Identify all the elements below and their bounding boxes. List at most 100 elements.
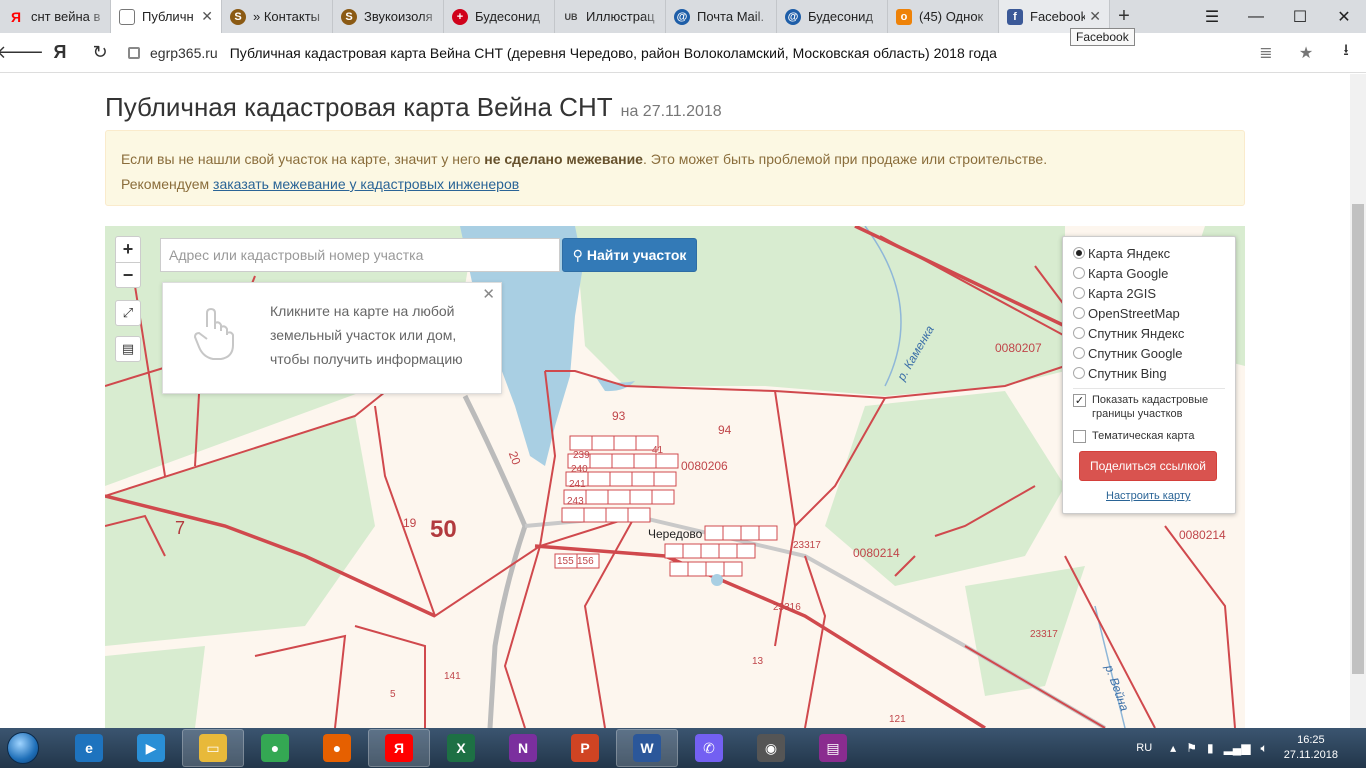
- mail-icon: @: [785, 8, 801, 25]
- taskbar-app-button[interactable]: P: [554, 729, 616, 767]
- taskbar-app-button[interactable]: X: [430, 729, 492, 767]
- tray-arrow-icon[interactable]: ▴: [1170, 741, 1176, 755]
- configure-map-link[interactable]: Настроить карту: [1106, 490, 1235, 502]
- tab-6[interactable]: @ Почта Mail.: [666, 0, 777, 33]
- maximize-button[interactable]: ☐: [1278, 0, 1322, 33]
- yandex-home-button[interactable]: Я: [40, 33, 80, 73]
- tab-3[interactable]: S Звукоизоля: [333, 0, 444, 33]
- close-window-button[interactable]: ✕: [1322, 0, 1366, 33]
- radio-icon[interactable]: [1073, 347, 1085, 359]
- radio-icon[interactable]: [1073, 287, 1085, 299]
- browser-tab-strip: Яснт вейна в Публичн ✕ S» Контакты S Звуко…: [0, 0, 1366, 33]
- clock[interactable]: 16:25 27.11.2018: [1284, 733, 1338, 763]
- thematic-map-option[interactable]: Тематическая карта: [1073, 429, 1235, 443]
- tab-0[interactable]: Яснт вейна в: [0, 0, 111, 33]
- radio-icon[interactable]: [1073, 367, 1085, 379]
- parcel-label: 41: [652, 445, 664, 456]
- address-search-input[interactable]: [160, 238, 560, 272]
- mail-icon: @: [674, 8, 690, 25]
- parcel-label: 19: [403, 516, 417, 530]
- url-domain: egrp365.ru: [150, 44, 218, 61]
- viber-icon: ✆: [695, 734, 723, 762]
- zoom-in-button[interactable]: +: [116, 237, 140, 262]
- parcel-label: 240: [571, 464, 588, 475]
- taskbar-app-button[interactable]: e: [58, 729, 120, 767]
- layer-option[interactable]: Карта Google: [1073, 263, 1235, 283]
- checkbox-icon[interactable]: [1073, 430, 1086, 443]
- system-tray: RU ▴ ⚑ ▮ ▂▄▆ 🔈︎ 16:25 27.11.2018: [1136, 728, 1366, 768]
- checkbox-checked-icon[interactable]: ✓: [1073, 394, 1086, 407]
- reload-button[interactable]: ↻: [80, 33, 120, 73]
- layer-option[interactable]: Карта Яндекс: [1073, 243, 1235, 263]
- network-icon[interactable]: ▂▄▆: [1224, 741, 1251, 755]
- scrollbar-thumb[interactable]: [1352, 204, 1364, 674]
- winrar-icon: ▤: [819, 734, 847, 762]
- back-button[interactable]: 🡐: [0, 33, 44, 73]
- radio-icon[interactable]: [1073, 307, 1085, 319]
- page-icon: [119, 8, 135, 25]
- tab-2[interactable]: S» Контакты: [222, 0, 333, 33]
- file-explorer-icon: ▭: [199, 734, 227, 762]
- start-button[interactable]: [0, 728, 46, 768]
- taskbar-app-button[interactable]: W: [616, 729, 678, 767]
- layer-option[interactable]: OpenStreetMap: [1073, 303, 1235, 323]
- taskbar-app-button[interactable]: ◉: [740, 729, 802, 767]
- window-controls: ☰ — ☐ ✕: [1190, 0, 1366, 33]
- tab-1-active[interactable]: Публичн ✕: [111, 0, 222, 33]
- taskbar-app-button[interactable]: ●: [306, 729, 368, 767]
- yandex-browser-icon: Я: [385, 734, 413, 762]
- lock-icon: [128, 46, 140, 59]
- radio-selected-icon[interactable]: [1073, 247, 1085, 259]
- page-scrollbar[interactable]: [1350, 74, 1366, 728]
- taskbar-app-button[interactable]: N: [492, 729, 554, 767]
- power-icon[interactable]: ▮: [1207, 741, 1214, 755]
- parcel-label: 23317: [793, 540, 821, 551]
- close-tab-icon[interactable]: ✕: [201, 8, 213, 25]
- reader-mode-icon[interactable]: ≣: [1246, 43, 1286, 63]
- parcel-label: 0080207: [995, 341, 1042, 355]
- download-icon[interactable]: ⭳: [1326, 39, 1366, 66]
- menu-icon[interactable]: ☰: [1190, 0, 1234, 33]
- flag-icon[interactable]: ⚑: [1186, 741, 1197, 755]
- parcel-label: 121: [889, 714, 906, 725]
- radio-icon[interactable]: [1073, 267, 1085, 279]
- internet-explorer-icon: e: [75, 734, 103, 762]
- tab-7[interactable]: @ Будесонид: [777, 0, 888, 33]
- firefox-icon: ●: [323, 734, 351, 762]
- parcel-label: 7: [175, 518, 186, 538]
- taskbar-app-button[interactable]: Я: [368, 729, 430, 767]
- layer-option[interactable]: Карта 2GIS: [1073, 283, 1235, 303]
- bookmark-star-icon[interactable]: ★: [1286, 43, 1326, 63]
- layer-option[interactable]: Спутник Google: [1073, 343, 1235, 363]
- language-indicator[interactable]: RU: [1136, 742, 1152, 754]
- show-cadastral-option[interactable]: ✓ Показать кадастровые границы участков: [1073, 393, 1235, 421]
- parcel-label: 239: [573, 450, 590, 461]
- layer-option[interactable]: Спутник Bing: [1073, 363, 1235, 383]
- volume-icon[interactable]: 🔈︎: [1261, 741, 1268, 756]
- page-title: Публичная кадастровая карта Вейна СНТ на …: [105, 92, 722, 122]
- camera-icon: ◉: [757, 734, 785, 762]
- minimize-button[interactable]: —: [1234, 0, 1278, 33]
- zoom-out-button[interactable]: −: [116, 262, 140, 287]
- tab-5[interactable]: UB Иллюстрац: [555, 0, 666, 33]
- close-tab-icon[interactable]: ✕: [1089, 8, 1101, 25]
- parcel-label: 23317: [1030, 629, 1058, 640]
- tab-8[interactable]: o (45) Однок: [888, 0, 999, 33]
- taskbar-app-button[interactable]: ✆: [678, 729, 740, 767]
- fullscreen-button[interactable]: ⤢: [115, 300, 141, 326]
- powerpoint-icon: P: [571, 734, 599, 762]
- share-link-button[interactable]: Поделиться ссылкой: [1079, 451, 1217, 481]
- find-parcel-button[interactable]: ⚲ Найти участок: [562, 238, 697, 272]
- taskbar-app-button[interactable]: ▤: [802, 729, 864, 767]
- cadastral-map[interactable]: 0080207 0080206 0080214 0080214 50 7 19 …: [105, 226, 1245, 728]
- village-label: Чередово: [648, 527, 703, 541]
- taskbar-app-button[interactable]: ●: [244, 729, 306, 767]
- order-survey-link[interactable]: заказать межевание у кадастровых инженер…: [213, 176, 519, 192]
- print-button[interactable]: ▤: [115, 336, 141, 362]
- parcel-label: 50: [430, 516, 457, 543]
- layer-option[interactable]: Спутник Яндекс: [1073, 323, 1235, 343]
- taskbar-app-button[interactable]: ▭: [182, 729, 244, 767]
- tab-4[interactable]: + Будесонид: [444, 0, 555, 33]
- taskbar-app-button[interactable]: ▶: [120, 729, 182, 767]
- radio-icon[interactable]: [1073, 327, 1085, 339]
